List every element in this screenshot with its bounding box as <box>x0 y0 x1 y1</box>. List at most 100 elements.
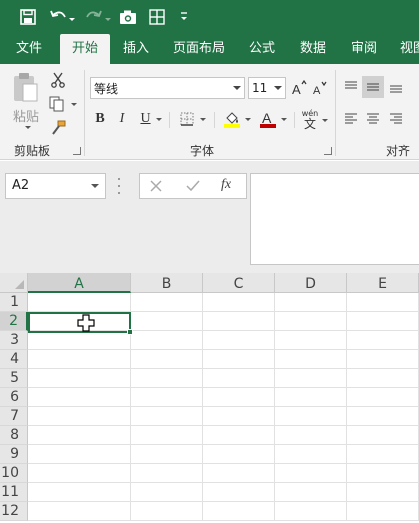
align-left-icon[interactable] <box>341 108 361 130</box>
formula-input[interactable] <box>250 173 419 265</box>
border-icon[interactable] <box>174 108 210 130</box>
column-header-b[interactable]: B <box>131 273 203 293</box>
cell-b6[interactable] <box>131 388 203 407</box>
font-launcher-icon[interactable] <box>324 147 332 155</box>
cell-c12[interactable] <box>203 502 275 521</box>
row-header-5[interactable]: 5 <box>0 369 28 388</box>
paste-icon[interactable] <box>10 70 40 104</box>
row-header-2[interactable]: 2 <box>0 312 28 331</box>
tab-home[interactable]: 开始 <box>60 34 110 64</box>
cell-b1[interactable] <box>131 293 203 312</box>
cell-b4[interactable] <box>131 350 203 369</box>
row-header-11[interactable]: 11 <box>0 483 28 502</box>
phonetic-guide-icon[interactable]: wén 文 <box>298 106 332 134</box>
tab-formulas[interactable]: 公式 <box>240 34 284 64</box>
align-center-icon[interactable] <box>362 108 384 130</box>
cell-a4[interactable] <box>28 350 131 369</box>
row-header-1[interactable]: 1 <box>0 293 28 312</box>
cell-e4[interactable] <box>347 350 419 369</box>
paste-label[interactable]: 粘贴 <box>13 106 39 125</box>
tab-file[interactable]: 文件 <box>6 34 52 64</box>
row-header-3[interactable]: 3 <box>0 331 28 350</box>
cell-e6[interactable] <box>347 388 419 407</box>
cell-c2[interactable] <box>203 312 275 331</box>
cell-e11[interactable] <box>347 483 419 502</box>
paste-dropdown-icon[interactable] <box>24 124 32 130</box>
name-box[interactable]: A2 <box>5 173 106 199</box>
cell-c1[interactable] <box>203 293 275 312</box>
font-size-select[interactable]: 11 <box>248 77 286 99</box>
tab-insert[interactable]: 插入 <box>114 34 158 64</box>
align-top-icon[interactable] <box>341 76 361 98</box>
cell-c3[interactable] <box>203 331 275 350</box>
clipboard-launcher-icon[interactable] <box>73 147 81 155</box>
column-header-d[interactable]: D <box>275 273 347 293</box>
drag-handle-icon[interactable] <box>118 178 122 194</box>
cell-c4[interactable] <box>203 350 275 369</box>
cell-b12[interactable] <box>131 502 203 521</box>
cell-a5[interactable] <box>28 369 131 388</box>
cell-c5[interactable] <box>203 369 275 388</box>
enter-icon[interactable] <box>185 179 201 196</box>
cell-d3[interactable] <box>275 331 347 350</box>
cell-e1[interactable] <box>347 293 419 312</box>
column-header-e[interactable]: E <box>347 273 419 293</box>
cell-b11[interactable] <box>131 483 203 502</box>
cell-b9[interactable] <box>131 445 203 464</box>
increase-font-size-icon[interactable]: A <box>290 77 308 99</box>
cell-e10[interactable] <box>347 464 419 483</box>
cell-c8[interactable] <box>203 426 275 445</box>
row-header-8[interactable]: 8 <box>0 426 28 445</box>
cell-b3[interactable] <box>131 331 203 350</box>
format-painter-icon[interactable] <box>48 118 68 138</box>
cell-e7[interactable] <box>347 407 419 426</box>
cell-a12[interactable] <box>28 502 131 521</box>
row-header-6[interactable]: 6 <box>0 388 28 407</box>
cell-c10[interactable] <box>203 464 275 483</box>
fill-handle[interactable] <box>127 329 133 335</box>
align-middle-icon[interactable] <box>362 76 384 98</box>
cell-e8[interactable] <box>347 426 419 445</box>
save-icon[interactable] <box>17 6 39 28</box>
cell-e9[interactable] <box>347 445 419 464</box>
cell-b7[interactable] <box>131 407 203 426</box>
column-header-a[interactable]: A <box>28 273 131 293</box>
tab-page-layout[interactable]: 页面布局 <box>166 34 232 64</box>
undo-icon[interactable] <box>47 6 77 28</box>
row-header-10[interactable]: 10 <box>0 464 28 483</box>
tab-data[interactable]: 数据 <box>291 34 335 64</box>
cell-b5[interactable] <box>131 369 203 388</box>
align-right-icon[interactable] <box>386 108 406 130</box>
column-header-c[interactable]: C <box>203 273 275 293</box>
cell-b10[interactable] <box>131 464 203 483</box>
borders-icon[interactable] <box>146 6 168 28</box>
cell-d2[interactable] <box>275 312 347 331</box>
cell-d7[interactable] <box>275 407 347 426</box>
select-all-button[interactable] <box>0 273 28 293</box>
font-color-icon[interactable]: A <box>255 108 291 130</box>
cell-a10[interactable] <box>28 464 131 483</box>
italic-icon[interactable]: I <box>113 108 131 130</box>
cell-c9[interactable] <box>203 445 275 464</box>
cell-d4[interactable] <box>275 350 347 369</box>
bold-icon[interactable]: B <box>90 108 110 130</box>
cell-a8[interactable] <box>28 426 131 445</box>
cell-c7[interactable] <box>203 407 275 426</box>
cell-d9[interactable] <box>275 445 347 464</box>
cell-d12[interactable] <box>275 502 347 521</box>
cell-d6[interactable] <box>275 388 347 407</box>
cell-d10[interactable] <box>275 464 347 483</box>
insert-function-icon[interactable]: fx <box>221 177 231 193</box>
cell-c6[interactable] <box>203 388 275 407</box>
tab-review[interactable]: 审阅 <box>342 34 386 64</box>
cell-b8[interactable] <box>131 426 203 445</box>
cell-a9[interactable] <box>28 445 131 464</box>
decrease-font-size-icon[interactable]: A <box>311 77 329 99</box>
row-header-9[interactable]: 9 <box>0 445 28 464</box>
font-name-select[interactable]: 等线 <box>90 77 245 99</box>
camera-icon[interactable] <box>117 6 139 28</box>
cell-d11[interactable] <box>275 483 347 502</box>
cell-a11[interactable] <box>28 483 131 502</box>
copy-icon[interactable] <box>47 94 79 114</box>
cell-e2[interactable] <box>347 312 419 331</box>
